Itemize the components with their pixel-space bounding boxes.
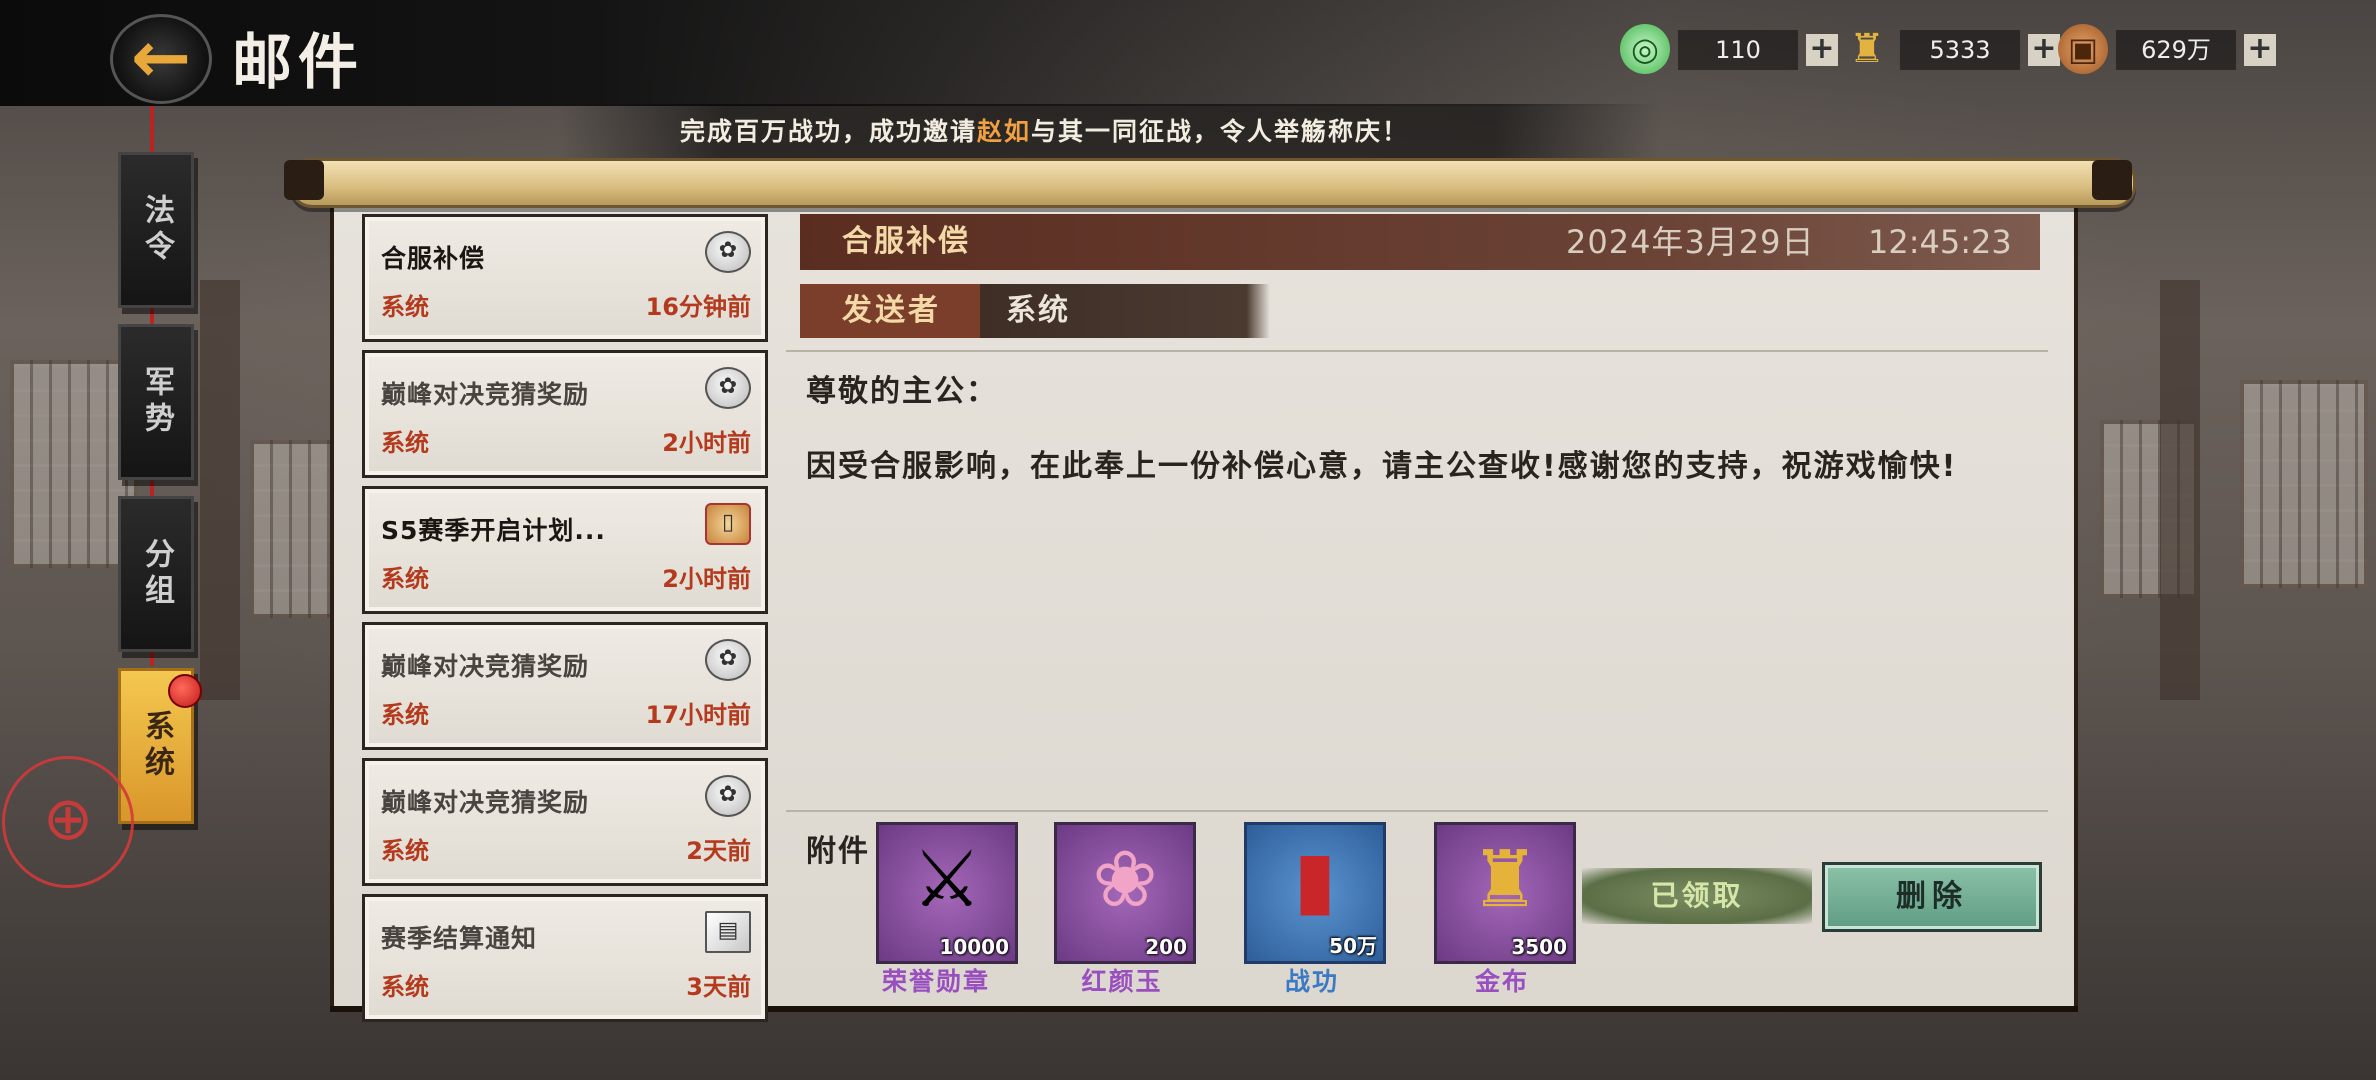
gamepad-icon[interactable]: ⊕ [2, 756, 134, 888]
mail-item[interactable]: S5赛季开启计划... ▯ 系统 2小时前 [362, 486, 768, 614]
add-copper-button[interactable]: + [2244, 34, 2276, 66]
mail-item[interactable]: 巅峰对决竞猜奖励 ✿ 系统 2天前 [362, 758, 768, 886]
scroll-rod-end-right [2092, 160, 2132, 200]
attachment-qty: 3500 [1511, 935, 1567, 959]
mail-detail-title: 合服补偿 [842, 224, 970, 259]
gold-token-icon: ♜ [1849, 26, 1885, 72]
tab-army[interactable]: 军势 [118, 324, 194, 480]
mail-title: 巅峰对决竞猜奖励 [381, 380, 590, 409]
background-pillar-left [200, 280, 240, 700]
mail-sender: 系统 [381, 565, 429, 593]
attachment-honor-medal[interactable]: ⚔ 10000 [876, 822, 1018, 964]
ticker-prefix: 完成百万战功，成功邀请 [680, 117, 978, 146]
claimed-status-badge: 已领取 [1582, 868, 1812, 924]
scroll-rod-end-left [284, 160, 324, 200]
mail-item[interactable]: 巅峰对决竞猜奖励 ✿ 系统 2小时前 [362, 350, 768, 478]
back-button[interactable]: ← [110, 14, 212, 104]
pouch-icon: ✿ [705, 367, 751, 409]
add-gold-token-button[interactable]: + [2028, 34, 2060, 66]
mail-detail-time: 12:45:23 [1868, 223, 2012, 261]
attachment-name: 荣誉勋章 [881, 967, 990, 996]
add-jade-button[interactable]: + [1806, 34, 1838, 66]
mail-sender: 系统 [381, 973, 429, 1001]
mail-time: 2天前 [686, 837, 751, 865]
mail-title: 赛季结算通知 [381, 924, 538, 953]
crossed-swords-icon: ⚔ [912, 835, 982, 925]
mail-body: 因受合服影响，在此奉上一份补偿心意，请主公查收!感谢您的支持，祝游戏愉快! [806, 449, 1958, 484]
attachments-label: 附件 [806, 834, 870, 869]
attachments-divider [786, 810, 2048, 812]
scroll-rod [290, 158, 2136, 208]
attachment-merit[interactable]: ▮ 50万 [1244, 822, 1386, 964]
mail-sender: 系统 [381, 293, 429, 321]
attachment-name: 红颜玉 [1081, 967, 1163, 996]
unread-dot-icon [168, 674, 202, 708]
mail-title: 巅峰对决竞猜奖励 [381, 788, 590, 817]
resource-copper-value: 629万 [2116, 30, 2236, 70]
pouch-icon: ✿ [705, 231, 751, 273]
gold-spade-coin-icon: ♜ [1470, 835, 1540, 925]
ticker-suffix: 与其一同征战，令人举觞称庆！ [1031, 117, 1410, 146]
copper-coin-icon: ▣ [2058, 24, 2108, 74]
mail-detail-date: 2024年3月29日 [1566, 223, 1815, 261]
mail-detail-header [800, 214, 2040, 270]
mail-item[interactable]: 合服补偿 ✿ 系统 16分钟前 [362, 214, 768, 342]
mail-time: 3天前 [686, 973, 751, 1001]
background-pillar-right [2160, 280, 2200, 700]
background-window-right [2240, 380, 2368, 588]
attachment-qty: 10000 [939, 935, 1009, 959]
pouch-icon: ✿ [705, 775, 751, 817]
mail-title: S5赛季开启计划... [381, 516, 606, 545]
attachment-gold-cloth[interactable]: ♜ 3500 [1434, 822, 1576, 964]
sender-label: 发送者 [842, 293, 941, 328]
pouch-icon: ✿ [705, 639, 751, 681]
resource-jade-value: 110 [1678, 30, 1798, 70]
attachment-qty: 200 [1145, 935, 1187, 959]
page-title: 邮件 [232, 28, 364, 98]
mail-time: 16分钟前 [645, 293, 751, 321]
sender-value: 系统 [1006, 293, 1070, 328]
resource-gold-token: ♜ 5333 + [1842, 24, 2082, 76]
scroll-icon: ▯ [705, 503, 751, 545]
resource-gold-token-value: 5333 [1900, 30, 2020, 70]
resource-jade: ◎ 110 + [1620, 24, 1860, 76]
broadcast-ticker: 完成百万战功，成功邀请赵如与其一同征战，令人举觞称庆！ [560, 104, 1660, 160]
attachment-name: 金布 [1474, 967, 1529, 996]
mail-time: 2小时前 [662, 429, 751, 457]
mail-greeting: 尊敬的主公： [806, 374, 998, 409]
mail-title: 合服补偿 [381, 244, 486, 273]
ticker-player-name: 赵如 [977, 117, 1032, 146]
mail-sender: 系统 [381, 837, 429, 865]
mail-time: 2小时前 [662, 565, 751, 593]
mail-time: 17小时前 [645, 701, 751, 729]
mail-title: 巅峰对决竞猜奖励 [381, 652, 590, 681]
mail-sender: 系统 [381, 429, 429, 457]
attachment-name: 战功 [1284, 967, 1339, 996]
delete-button[interactable]: 删除 [1822, 862, 2042, 932]
arrow-left-icon: ← [130, 15, 192, 99]
mail-list[interactable]: 合服补偿 ✿ 系统 16分钟前 巅峰对决竞猜奖励 ✿ 系统 2小时前 S5赛季开… [362, 214, 768, 1030]
red-scroll-icon: ▮ [1293, 835, 1337, 925]
mail-sender: 系统 [381, 701, 429, 729]
letter-icon: ▤ [705, 911, 751, 953]
mail-item[interactable]: 巅峰对决竞猜奖励 ✿ 系统 17小时前 [362, 622, 768, 750]
attachment-qty: 50万 [1329, 934, 1377, 958]
mail-item[interactable]: 赛季结算通知 ▤ 系统 3天前 [362, 894, 768, 1022]
top-bar: ← 邮件 ◎ 110 + ♜ 5333 + ▣ 629万 + [0, 0, 2376, 106]
tab-decree[interactable]: 法令 [118, 152, 194, 308]
pink-jade-icon: ❀ [1092, 835, 1158, 925]
tab-group[interactable]: 分组 [118, 496, 194, 652]
jade-coin-icon: ◎ [1620, 24, 1670, 74]
attachment-pink-jade[interactable]: ❀ 200 [1054, 822, 1196, 964]
resource-copper: ▣ 629万 + [2058, 24, 2298, 76]
divider [786, 350, 2048, 352]
